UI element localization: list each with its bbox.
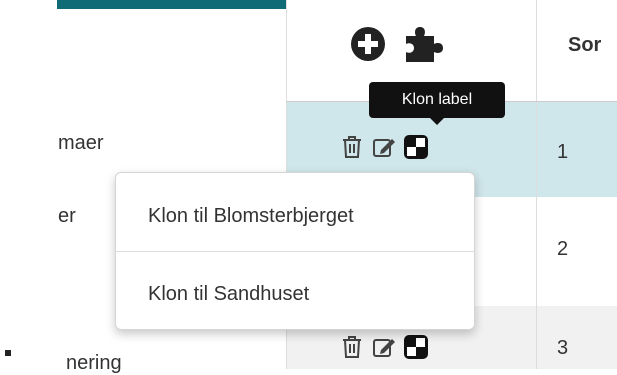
sort-value: 3 <box>557 337 569 359</box>
clone-icon[interactable] <box>403 334 429 360</box>
row-actions <box>339 334 429 360</box>
clone-tooltip: Klon label <box>369 82 505 118</box>
menu-divider <box>116 251 474 252</box>
menu-item-clone-sandhuset[interactable]: Klon til Sandhuset <box>148 283 309 306</box>
plus-circle-icon[interactable] <box>350 26 386 62</box>
sort-value: 2 <box>557 238 569 260</box>
clone-icon[interactable] <box>403 134 429 160</box>
menu-item-clone-blomsterbjerget[interactable]: Klon til Blomsterbjerget <box>148 205 354 228</box>
list-bullet <box>5 350 11 356</box>
puzzle-piece-icon[interactable] <box>402 22 448 64</box>
row-name: nering <box>66 352 122 374</box>
tooltip-arrow <box>430 118 444 125</box>
sort-value: 1 <box>557 141 569 163</box>
row-actions <box>339 134 429 160</box>
teal-header-bar <box>57 0 286 9</box>
sort-column-header[interactable]: Sor <box>568 34 601 57</box>
row-name: er <box>58 205 76 227</box>
clone-menu: Klon til Blomsterbjerget Klon til Sandhu… <box>115 172 475 330</box>
trash-icon[interactable] <box>339 134 365 160</box>
row-name: maer <box>58 132 104 154</box>
trash-icon[interactable] <box>339 334 365 360</box>
column-divider <box>536 0 537 369</box>
edit-icon[interactable] <box>371 134 397 160</box>
edit-icon[interactable] <box>371 334 397 360</box>
